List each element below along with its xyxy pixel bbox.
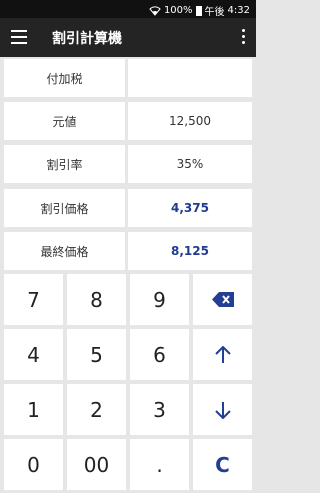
key-0[interactable]: 0 — [4, 439, 63, 490]
row-discount-amount: 割引価格 4,375 — [4, 189, 252, 227]
move-down-button[interactable] — [193, 384, 252, 435]
clear-button[interactable]: C — [193, 439, 252, 490]
key-3[interactable]: 3 — [130, 384, 189, 435]
key-00[interactable]: 00 — [67, 439, 126, 490]
row-label: 割引価格 — [4, 189, 125, 227]
arrow-down-icon — [214, 401, 231, 419]
key-1[interactable]: 1 — [4, 384, 63, 435]
key-7[interactable]: 7 — [4, 274, 63, 325]
key-6[interactable]: 6 — [130, 329, 189, 380]
key-9[interactable]: 9 — [130, 274, 189, 325]
key-decimal[interactable]: . — [130, 439, 189, 490]
app-bar: 割引計算機 — [0, 18, 256, 57]
key-4[interactable]: 4 — [4, 329, 63, 380]
app-title: 割引計算機 — [52, 31, 122, 47]
row-vat[interactable]: 付加税 — [4, 59, 252, 97]
wifi-icon — [149, 5, 161, 16]
row-label: 元値 — [4, 102, 125, 140]
row-label: 割引率 — [4, 145, 125, 183]
key-2[interactable]: 2 — [67, 384, 126, 435]
row-label: 最終価格 — [4, 232, 125, 270]
row-label: 付加税 — [4, 59, 125, 97]
move-up-button[interactable] — [193, 329, 252, 380]
row-value[interactable]: 35% — [128, 145, 252, 183]
row-value: 4,375 — [128, 189, 252, 227]
key-8[interactable]: 8 — [67, 274, 126, 325]
status-bar: 100% 午後 4:32 — [0, 0, 256, 18]
backspace-button[interactable] — [193, 274, 252, 325]
clock-time: 4:32 — [227, 5, 250, 16]
row-original-price[interactable]: 元値 12,500 — [4, 102, 252, 140]
key-5[interactable]: 5 — [67, 329, 126, 380]
battery-percent: 100% — [163, 5, 193, 16]
row-value[interactable] — [128, 59, 252, 97]
battery-icon — [195, 5, 202, 16]
row-discount-rate[interactable]: 割引率 35% — [4, 145, 252, 183]
time-period: 午後 — [204, 7, 225, 18]
row-value[interactable]: 12,500 — [128, 102, 252, 140]
arrow-up-icon — [214, 345, 231, 363]
more-vert-icon[interactable] — [240, 29, 246, 45]
backspace-icon — [211, 292, 234, 307]
row-value: 8,125 — [128, 232, 252, 270]
row-final-price: 最終価格 8,125 — [4, 232, 252, 270]
hamburger-menu-icon[interactable] — [11, 30, 27, 44]
